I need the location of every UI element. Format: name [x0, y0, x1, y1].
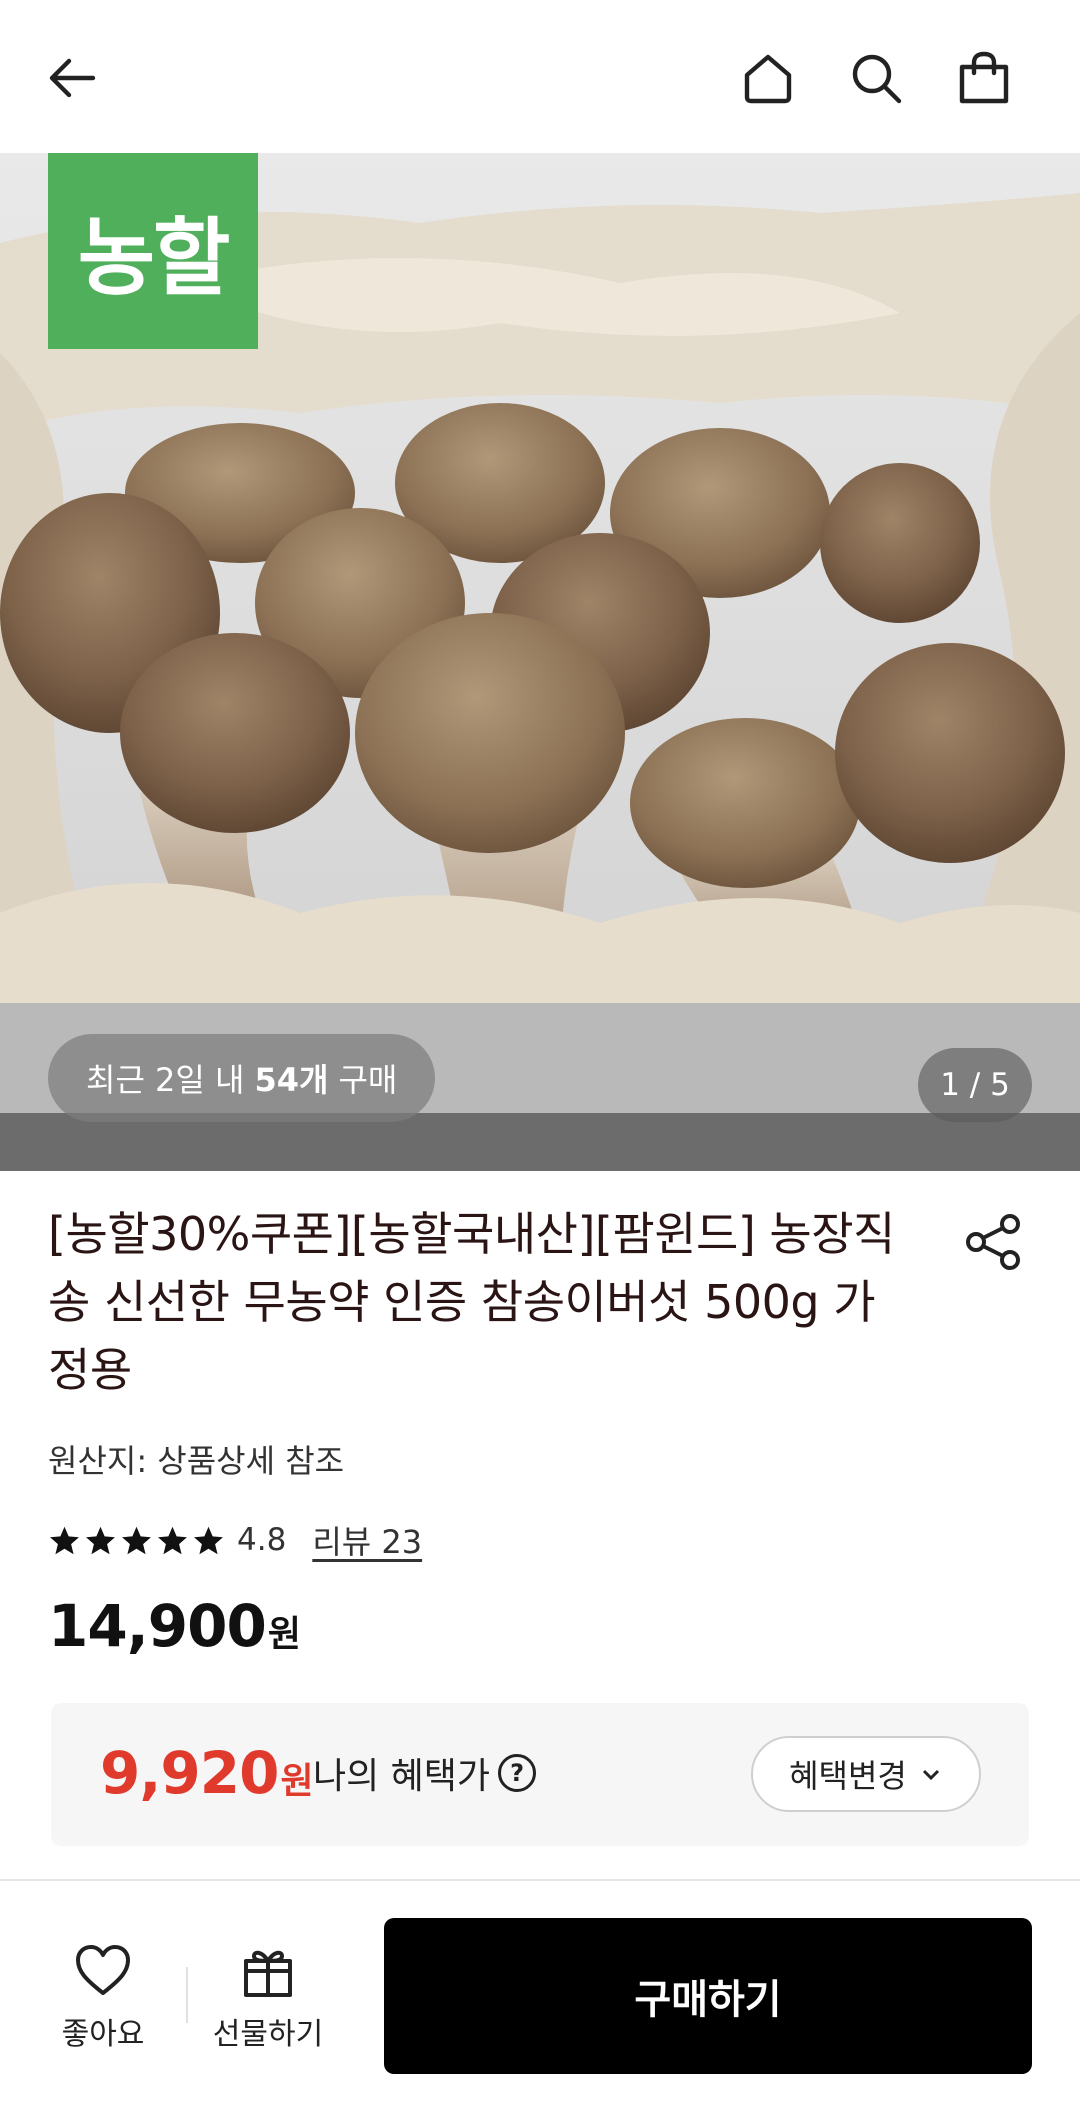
recent-count: 54개 — [254, 1061, 329, 1099]
gift-button[interactable]: 선물하기 — [208, 1941, 328, 2061]
price-unit: 원 — [267, 1614, 301, 1655]
benefit-price: 9,920 원 — [100, 1739, 314, 1807]
cart-button[interactable] — [944, 38, 1024, 118]
search-button[interactable] — [836, 38, 916, 118]
star-icon — [50, 1526, 79, 1554]
recent-purchase-badge: 최근 2일 내 54개 구매 — [48, 1034, 436, 1122]
rating-value: 4.8 — [237, 1522, 287, 1558]
brand-logo: 농할 — [48, 153, 258, 349]
like-button[interactable]: 좋아요 — [48, 1941, 158, 2061]
product-price: 14,900 원 — [48, 1592, 301, 1660]
benefit-price-value: 9,920 — [100, 1739, 279, 1807]
arrow-left-icon — [49, 58, 96, 98]
heart-icon — [76, 1945, 130, 1995]
recent-suffix: 구매 — [338, 1061, 398, 1099]
benefit-change-button[interactable]: 혜택변경 — [751, 1736, 981, 1812]
home-button[interactable] — [728, 38, 808, 118]
star-icon — [158, 1526, 187, 1554]
gift-icon — [244, 1950, 292, 1997]
question-circle-icon[interactable]: ? — [498, 1754, 537, 1792]
benefit-label-text: 나의 혜택가 — [313, 1756, 491, 1797]
star-rating — [48, 1524, 225, 1557]
top-nav-bar — [0, 0, 1080, 153]
chevron-down-icon — [922, 1769, 939, 1781]
bottom-divider — [186, 1967, 188, 2023]
star-icon — [122, 1526, 151, 1554]
gift-label: 선물하기 — [212, 2017, 324, 2052]
origin-info: 원산지: 상품상세 참조 — [48, 1442, 345, 1480]
benefit-price-unit: 원 — [280, 1761, 314, 1802]
star-icon — [86, 1526, 115, 1554]
buy-button[interactable]: 구매하기 — [384, 1918, 1032, 2074]
like-label: 좋아요 — [61, 2017, 145, 2052]
star-icon — [194, 1526, 223, 1554]
share-icon — [966, 1214, 1020, 1270]
bottom-action-bar: 좋아요 선물하기 구매하기 — [0, 1879, 1080, 2108]
back-button[interactable] — [32, 38, 112, 118]
product-title: [농할30%쿠폰][농할국내산][팜윈드] 농장직송 신선한 무농약 인증 참송… — [48, 1207, 895, 1397]
review-link[interactable]: 리뷰 23 — [312, 1517, 422, 1563]
benefit-label: 나의 혜택가 ? — [313, 1747, 537, 1799]
benefit-change-label: 혜택변경 — [789, 1757, 907, 1795]
search-icon — [852, 54, 902, 104]
price-value: 14,900 — [48, 1592, 267, 1660]
recent-prefix: 최근 2일 내 — [86, 1061, 245, 1099]
home-icon — [744, 54, 792, 104]
share-button[interactable] — [962, 1210, 1026, 1274]
benefit-price-box: 9,920 원 나의 혜택가 ? 혜택변경 — [51, 1703, 1029, 1846]
shopping-bag-icon — [959, 51, 1009, 104]
image-page-counter: 1 / 5 — [918, 1048, 1032, 1122]
rating-row: 4.8 리뷰 23 — [48, 1516, 422, 1564]
